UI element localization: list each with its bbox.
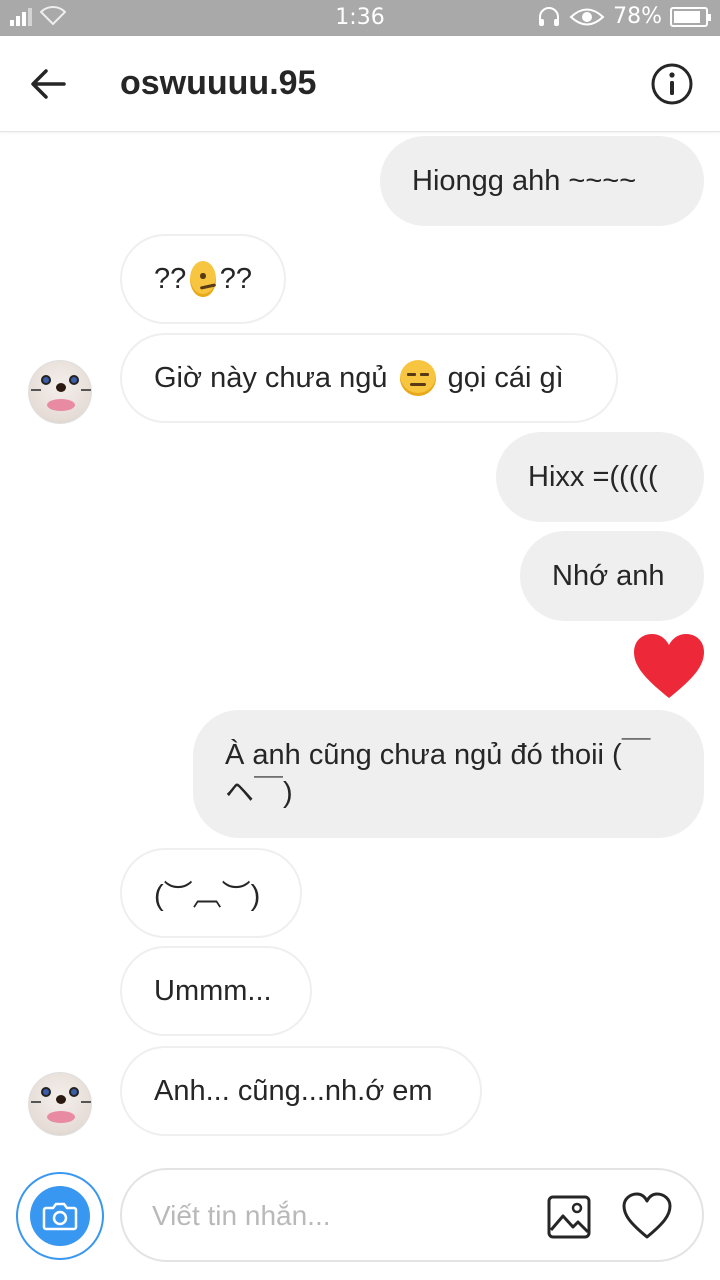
message-bubble-sent[interactable]: Nhớ anh [520, 531, 704, 621]
message-text: Anh... cũng...nh.ớ em [154, 1074, 433, 1107]
message-text: ?? [154, 262, 187, 295]
message-text: ?? [219, 262, 252, 295]
message-input[interactable] [152, 1194, 532, 1238]
message-text: Nhớ anh [552, 559, 665, 592]
battery-icon [670, 6, 711, 27]
message-composer [120, 1168, 704, 1262]
message-text: Giờ này chưa ngủ [154, 361, 396, 394]
message-bubble-received[interactable]: (︶︹︶) [120, 848, 302, 938]
camera-icon [30, 1186, 90, 1246]
status-bar: 1:36 78% [0, 0, 720, 36]
chat-username[interactable]: oswuuuu.95 [120, 64, 316, 103]
eye-icon [569, 8, 605, 25]
avatar[interactable] [28, 360, 92, 424]
message-bubble-received[interactable]: Anh... cũng...nh.ớ em [120, 1046, 482, 1136]
status-right: 78% [537, 4, 711, 29]
message-text: À anh cũng chưa ngủ đó thoii (￣ヘ￣) [225, 739, 651, 809]
message-bubble-sent[interactable]: Hixx =((((( [496, 432, 704, 522]
message-bubble-sent[interactable]: Hiongg ahh ~~~~ [380, 136, 704, 226]
camera-button[interactable] [16, 1172, 104, 1260]
avatar[interactable] [28, 1072, 92, 1136]
chat-header: oswuuuu.95 [0, 36, 720, 132]
message-bubble-received[interactable]: ?? ?? [120, 234, 286, 324]
gallery-icon[interactable] [546, 1194, 592, 1240]
headset-icon [539, 6, 560, 26]
confused-face-icon [190, 261, 217, 297]
heart-icon[interactable] [632, 632, 706, 700]
back-arrow-icon[interactable] [24, 60, 72, 108]
message-text: Hixx =((((( [528, 460, 658, 493]
message-bubble-sent[interactable]: À anh cũng chưa ngủ đó thoii (￣ヘ￣) [193, 710, 704, 838]
info-icon[interactable] [650, 62, 694, 106]
message-text: Hiongg ahh ~~~~ [412, 164, 637, 197]
heart-outline-icon[interactable] [622, 1192, 672, 1240]
expressionless-face-icon [399, 360, 436, 396]
message-text: gọi cái gì [439, 361, 564, 394]
message-text: (︶︹︶) [154, 880, 261, 912]
battery-percent: 78% [613, 4, 662, 29]
message-bubble-received[interactable]: Ummm... [120, 946, 312, 1036]
direct-message-screen: 1:36 78% oswuuuu.95 Hiongg ahh ~~~~ ?? ?… [0, 0, 720, 1280]
message-text: Ummm... [154, 974, 272, 1007]
message-bubble-received[interactable]: Giờ này chưa ngủ gọi cái gì [120, 333, 618, 423]
